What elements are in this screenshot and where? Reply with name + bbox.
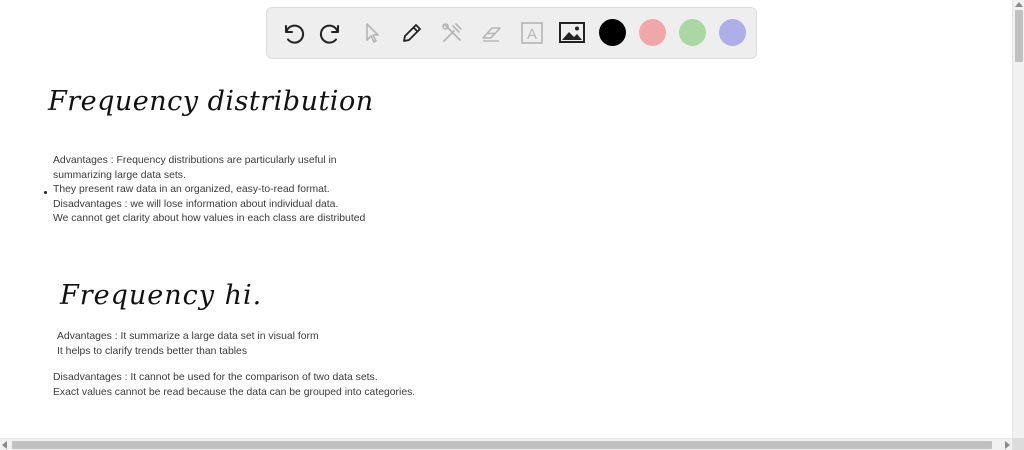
whiteboard-canvas[interactable]: A Frequency distribution Advantages : Fr…: [0, 0, 1012, 438]
undo-icon: [285, 24, 305, 44]
image-icon: [559, 22, 585, 43]
horizontal-scrollbar[interactable]: [0, 438, 1012, 450]
note-line: Disadvantages : we will lose information…: [53, 198, 339, 210]
color-swatch-lavender[interactable]: [719, 19, 746, 46]
scroll-up-arrow-icon[interactable]: [1015, 2, 1023, 7]
frequency-distribution-notes: Advantages : Frequency distributions are…: [53, 154, 365, 227]
eraser-icon: [482, 27, 501, 42]
histogram-advantages-notes: Advantages : It summarize a large data s…: [57, 330, 319, 359]
pen-tool-button[interactable]: [397, 18, 427, 48]
color-swatch-green[interactable]: [679, 19, 706, 46]
undo-button[interactable]: [277, 18, 307, 48]
note-line: It helps to clarify trends better than t…: [57, 345, 248, 357]
color-swatch-pink[interactable]: [639, 19, 666, 46]
redo-button[interactable]: [317, 18, 347, 48]
handwritten-heading-frequency-histogram: Frequency hi.: [60, 280, 263, 311]
scroll-left-arrow-icon[interactable]: [2, 441, 7, 449]
text-tool-button[interactable]: A: [517, 18, 547, 48]
ink-dot: [44, 191, 47, 194]
note-line: Exact values cannot be read because the …: [53, 386, 416, 398]
note-line: Advantages : Frequency distributions are…: [53, 155, 337, 166]
redo-icon: [319, 24, 339, 44]
tools-button[interactable]: [437, 18, 467, 48]
scrollbar-corner: [1012, 438, 1024, 450]
select-pointer-icon: [366, 23, 379, 43]
text-box-icon: A: [521, 22, 543, 44]
note-line: summarizing large data sets.: [53, 169, 186, 181]
histogram-disadvantages-notes: Disadvantages : It cannot be used for th…: [53, 371, 415, 400]
note-line: Disadvantages : It cannot be used for th…: [53, 372, 378, 383]
horizontal-scroll-thumb[interactable]: [12, 441, 992, 449]
color-swatch-black[interactable]: [599, 19, 626, 46]
vertical-scroll-thumb[interactable]: [1015, 10, 1023, 62]
eraser-button[interactable]: [477, 18, 507, 48]
note-line: Advantages : It summarize a large data s…: [57, 331, 319, 342]
drawing-toolbar: A: [266, 7, 757, 59]
vertical-scrollbar[interactable]: [1012, 0, 1024, 450]
pen-icon: [403, 24, 421, 42]
tools-icon: [442, 23, 462, 42]
text-box-glyph: A: [527, 26, 537, 43]
select-tool-button[interactable]: [357, 18, 387, 48]
image-tool-button[interactable]: [557, 18, 587, 48]
note-line: They present raw data in an organized, e…: [53, 184, 330, 195]
note-line: We cannot get clarity about how values i…: [53, 213, 366, 224]
scroll-right-arrow-icon[interactable]: [1005, 441, 1010, 449]
handwritten-heading-frequency-distribution: Frequency distribution: [48, 86, 374, 117]
